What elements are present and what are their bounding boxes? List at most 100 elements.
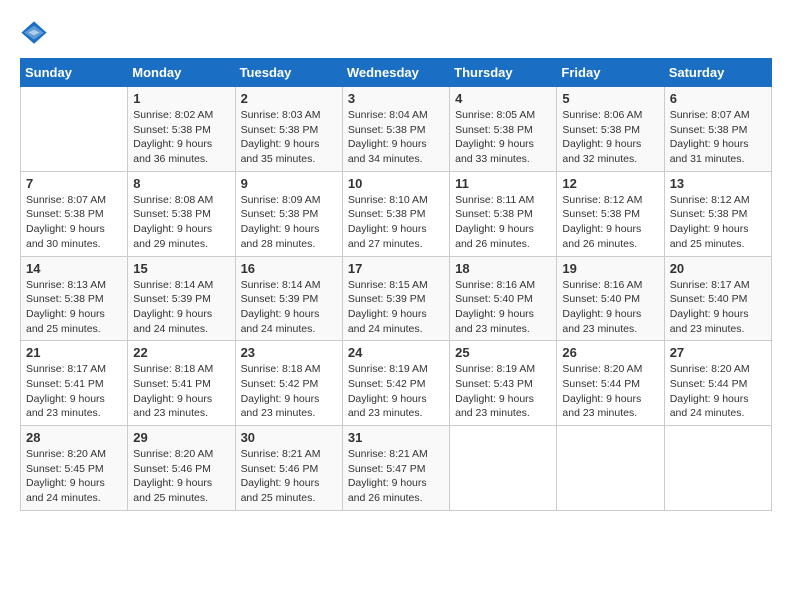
- logo-icon: [20, 20, 48, 48]
- calendar-header: SundayMondayTuesdayWednesdayThursdayFrid…: [21, 59, 772, 87]
- day-number: 24: [348, 345, 444, 360]
- day-info: Sunrise: 8:05 AM Sunset: 5:38 PM Dayligh…: [455, 108, 551, 167]
- calendar-cell: 17Sunrise: 8:15 AM Sunset: 5:39 PM Dayli…: [342, 256, 449, 341]
- day-info: Sunrise: 8:10 AM Sunset: 5:38 PM Dayligh…: [348, 193, 444, 252]
- day-info: Sunrise: 8:06 AM Sunset: 5:38 PM Dayligh…: [562, 108, 658, 167]
- header-day-sunday: Sunday: [21, 59, 128, 87]
- day-info: Sunrise: 8:19 AM Sunset: 5:43 PM Dayligh…: [455, 362, 551, 421]
- day-info: Sunrise: 8:16 AM Sunset: 5:40 PM Dayligh…: [455, 278, 551, 337]
- header-day-friday: Friday: [557, 59, 664, 87]
- day-info: Sunrise: 8:18 AM Sunset: 5:41 PM Dayligh…: [133, 362, 229, 421]
- calendar-cell: 10 Sunrise: 8:10 AM Sunset: 5:38 PM Dayli…: [342, 171, 449, 256]
- day-number: 3: [348, 91, 444, 106]
- day-info: Sunrise: 8:20 AM Sunset: 5:44 PM Dayligh…: [670, 362, 766, 421]
- day-number: 12: [562, 176, 658, 191]
- calendar-cell: 12 Sunrise: 8:12 AM Sunset: 5:38 PM Dayli…: [557, 171, 664, 256]
- calendar-cell: 6 Sunrise: 8:07 AM Sunset: 5:38 PM Daylig…: [664, 87, 771, 172]
- calendar-cell: 24 Sunrise: 8:19 AM Sunset: 5:42 PM Dayli…: [342, 341, 449, 426]
- day-info: Sunrise: 8:12 AM Sunset: 5:38 PM Dayligh…: [562, 193, 658, 252]
- calendar-cell: 3Sunrise: 8:04 AM Sunset: 5:38 PM Daylig…: [342, 87, 449, 172]
- calendar-cell: 22 Sunrise: 8:18 AM Sunset: 5:41 PM Dayli…: [128, 341, 235, 426]
- calendar-cell: [557, 426, 664, 511]
- day-number: 2: [241, 91, 337, 106]
- day-number: 13: [670, 176, 766, 191]
- day-number: 8: [133, 176, 229, 191]
- page-header: [20, 20, 772, 48]
- calendar-cell: 15 Sunrise: 8:14 AM Sunset: 5:39 PM Dayli…: [128, 256, 235, 341]
- calendar-cell: 26Sunrise: 8:20 AM Sunset: 5:44 PM Dayli…: [557, 341, 664, 426]
- calendar-week-5: 28 Sunrise: 8:20 AM Sunset: 5:45 PM Dayli…: [21, 426, 772, 511]
- calendar-cell: 13 Sunrise: 8:12 AM Sunset: 5:38 PM Dayli…: [664, 171, 771, 256]
- calendar-cell: 11Sunrise: 8:11 AM Sunset: 5:38 PM Dayli…: [450, 171, 557, 256]
- day-info: Sunrise: 8:14 AM Sunset: 5:39 PM Dayligh…: [133, 278, 229, 337]
- day-info: Sunrise: 8:08 AM Sunset: 5:38 PM Dayligh…: [133, 193, 229, 252]
- header-day-saturday: Saturday: [664, 59, 771, 87]
- calendar-cell: 1 Sunrise: 8:02 AM Sunset: 5:38 PM Daylig…: [128, 87, 235, 172]
- logo: [20, 20, 50, 48]
- day-number: 14: [26, 261, 122, 276]
- day-number: 18: [455, 261, 551, 276]
- calendar-cell: 28 Sunrise: 8:20 AM Sunset: 5:45 PM Dayli…: [21, 426, 128, 511]
- day-number: 9: [241, 176, 337, 191]
- day-info: Sunrise: 8:16 AM Sunset: 5:40 PM Dayligh…: [562, 278, 658, 337]
- calendar-week-3: 14 Sunrise: 8:13 AM Sunset: 5:38 PM Dayli…: [21, 256, 772, 341]
- calendar-cell: [664, 426, 771, 511]
- calendar-cell: 23 Sunrise: 8:18 AM Sunset: 5:42 PM Dayli…: [235, 341, 342, 426]
- calendar-cell: 2 Sunrise: 8:03 AM Sunset: 5:38 PM Daylig…: [235, 87, 342, 172]
- day-info: Sunrise: 8:18 AM Sunset: 5:42 PM Dayligh…: [241, 362, 337, 421]
- calendar-cell: 19 Sunrise: 8:16 AM Sunset: 5:40 PM Dayli…: [557, 256, 664, 341]
- day-number: 4: [455, 91, 551, 106]
- day-info: Sunrise: 8:02 AM Sunset: 5:38 PM Dayligh…: [133, 108, 229, 167]
- day-number: 22: [133, 345, 229, 360]
- day-number: 19: [562, 261, 658, 276]
- day-info: Sunrise: 8:20 AM Sunset: 5:46 PM Dayligh…: [133, 447, 229, 506]
- calendar-cell: 31Sunrise: 8:21 AM Sunset: 5:47 PM Dayli…: [342, 426, 449, 511]
- day-number: 29: [133, 430, 229, 445]
- day-info: Sunrise: 8:07 AM Sunset: 5:38 PM Dayligh…: [26, 193, 122, 252]
- calendar-week-4: 21 Sunrise: 8:17 AM Sunset: 5:41 PM Dayli…: [21, 341, 772, 426]
- header-day-tuesday: Tuesday: [235, 59, 342, 87]
- calendar-cell: 9 Sunrise: 8:09 AM Sunset: 5:38 PM Daylig…: [235, 171, 342, 256]
- day-info: Sunrise: 8:14 AM Sunset: 5:39 PM Dayligh…: [241, 278, 337, 337]
- day-info: Sunrise: 8:09 AM Sunset: 5:38 PM Dayligh…: [241, 193, 337, 252]
- calendar-cell: 21 Sunrise: 8:17 AM Sunset: 5:41 PM Dayli…: [21, 341, 128, 426]
- calendar-cell: 7 Sunrise: 8:07 AM Sunset: 5:38 PM Daylig…: [21, 171, 128, 256]
- day-number: 15: [133, 261, 229, 276]
- calendar-cell: 27 Sunrise: 8:20 AM Sunset: 5:44 PM Dayli…: [664, 341, 771, 426]
- day-info: Sunrise: 8:17 AM Sunset: 5:41 PM Dayligh…: [26, 362, 122, 421]
- day-info: Sunrise: 8:21 AM Sunset: 5:46 PM Dayligh…: [241, 447, 337, 506]
- day-info: Sunrise: 8:19 AM Sunset: 5:42 PM Dayligh…: [348, 362, 444, 421]
- calendar-cell: 8 Sunrise: 8:08 AM Sunset: 5:38 PM Daylig…: [128, 171, 235, 256]
- calendar-table: SundayMondayTuesdayWednesdayThursdayFrid…: [20, 58, 772, 511]
- day-info: Sunrise: 8:11 AM Sunset: 5:38 PM Dayligh…: [455, 193, 551, 252]
- day-number: 28: [26, 430, 122, 445]
- day-info: Sunrise: 8:13 AM Sunset: 5:38 PM Dayligh…: [26, 278, 122, 337]
- header-day-thursday: Thursday: [450, 59, 557, 87]
- calendar-week-1: 1 Sunrise: 8:02 AM Sunset: 5:38 PM Daylig…: [21, 87, 772, 172]
- day-info: Sunrise: 8:20 AM Sunset: 5:45 PM Dayligh…: [26, 447, 122, 506]
- day-number: 23: [241, 345, 337, 360]
- day-info: Sunrise: 8:20 AM Sunset: 5:44 PM Dayligh…: [562, 362, 658, 421]
- calendar-week-2: 7 Sunrise: 8:07 AM Sunset: 5:38 PM Daylig…: [21, 171, 772, 256]
- day-number: 21: [26, 345, 122, 360]
- day-number: 6: [670, 91, 766, 106]
- day-number: 1: [133, 91, 229, 106]
- day-info: Sunrise: 8:03 AM Sunset: 5:38 PM Dayligh…: [241, 108, 337, 167]
- calendar-cell: 30Sunrise: 8:21 AM Sunset: 5:46 PM Dayli…: [235, 426, 342, 511]
- day-info: Sunrise: 8:07 AM Sunset: 5:38 PM Dayligh…: [670, 108, 766, 167]
- header-row: SundayMondayTuesdayWednesdayThursdayFrid…: [21, 59, 772, 87]
- day-number: 5: [562, 91, 658, 106]
- day-number: 16: [241, 261, 337, 276]
- day-number: 20: [670, 261, 766, 276]
- calendar-cell: 18 Sunrise: 8:16 AM Sunset: 5:40 PM Dayli…: [450, 256, 557, 341]
- calendar-cell: 20Sunrise: 8:17 AM Sunset: 5:40 PM Dayli…: [664, 256, 771, 341]
- calendar-cell: 16 Sunrise: 8:14 AM Sunset: 5:39 PM Dayli…: [235, 256, 342, 341]
- calendar-cell: 25 Sunrise: 8:19 AM Sunset: 5:43 PM Dayli…: [450, 341, 557, 426]
- day-number: 27: [670, 345, 766, 360]
- calendar-cell: 4 Sunrise: 8:05 AM Sunset: 5:38 PM Daylig…: [450, 87, 557, 172]
- day-number: 10: [348, 176, 444, 191]
- day-number: 7: [26, 176, 122, 191]
- calendar-body: 1 Sunrise: 8:02 AM Sunset: 5:38 PM Daylig…: [21, 87, 772, 511]
- day-info: Sunrise: 8:12 AM Sunset: 5:38 PM Dayligh…: [670, 193, 766, 252]
- day-number: 25: [455, 345, 551, 360]
